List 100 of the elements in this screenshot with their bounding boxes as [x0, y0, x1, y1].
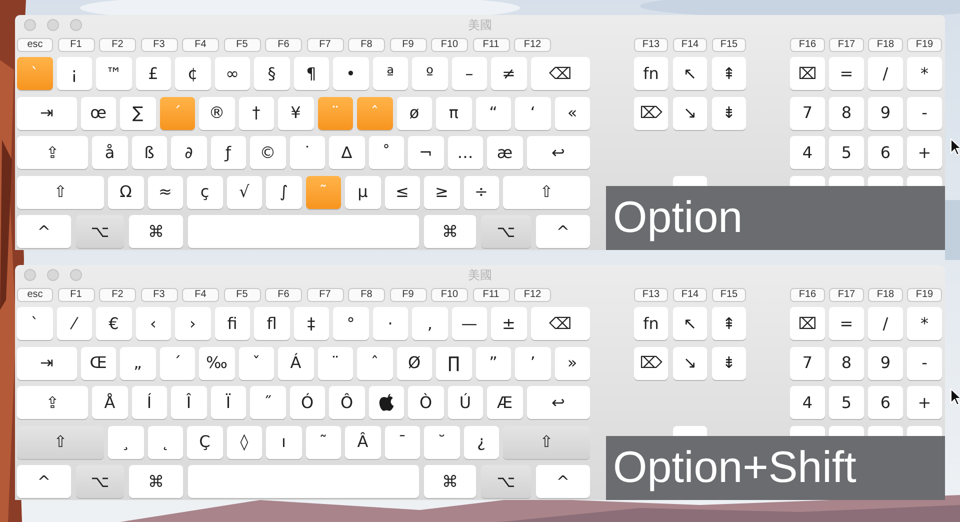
keyboard-key[interactable]: ˇ	[238, 346, 274, 380]
function-key[interactable]: F9	[390, 38, 426, 52]
keyboard-key[interactable]: ↘	[673, 346, 707, 380]
keyboard-key[interactable]: ∑	[120, 96, 156, 130]
function-key[interactable]: F11	[472, 288, 510, 302]
keyboard-key[interactable]: “	[476, 96, 511, 130]
keyboard-key[interactable]: ⌦	[634, 346, 668, 380]
keyboard-key[interactable]: 6	[868, 136, 903, 169]
function-key[interactable]: F2	[99, 38, 136, 52]
function-key[interactable]: F14	[673, 288, 707, 302]
function-key[interactable]: F17	[829, 38, 864, 52]
keyboard-key[interactable]: œ	[80, 96, 116, 130]
keyboard-key[interactable]: ⌘	[424, 465, 476, 498]
keyboard-key[interactable]: ¿	[464, 426, 499, 458]
keyboard-key[interactable]: 9	[868, 96, 903, 130]
keyboard-key[interactable]: ∆	[329, 136, 364, 169]
keyboard-key[interactable]: ↩	[526, 136, 590, 169]
keyboard-key[interactable]: 4	[790, 136, 825, 169]
keyboard-key[interactable]: +	[907, 136, 942, 169]
keyboard-key[interactable]: §	[254, 57, 290, 90]
keyboard-key[interactable]: ⇟	[712, 96, 746, 130]
window-control-icon[interactable]	[47, 19, 59, 31]
keyboard-key[interactable]: 5	[829, 136, 864, 169]
keyboard-key[interactable]: ⇟	[712, 346, 746, 380]
function-key[interactable]: F12	[514, 38, 551, 52]
keyboard-key[interactable]	[368, 386, 404, 419]
keyboard-key[interactable]: 7	[790, 346, 825, 380]
function-key[interactable]: F17	[829, 288, 864, 302]
keyboard-key[interactable]: ¥	[278, 96, 314, 130]
keyboard-key[interactable]: Í	[132, 386, 167, 419]
keyboard-key[interactable]: 7	[790, 96, 825, 130]
keyboard-key[interactable]: ↩	[526, 386, 590, 419]
function-key[interactable]: F6	[265, 288, 302, 302]
keyboard-key[interactable]: ⌫	[530, 307, 590, 340]
keyboard-key[interactable]: Ú	[448, 386, 483, 419]
keyboard-key[interactable]: ˛	[148, 426, 183, 458]
keyboard-key[interactable]: ∏	[436, 346, 472, 380]
function-key[interactable]: F8	[348, 38, 385, 52]
keyboard-key[interactable]: ƒ	[210, 136, 246, 169]
keyboard-key[interactable]: ‚	[412, 307, 448, 340]
keyboard-key[interactable]: `	[17, 307, 52, 340]
function-key[interactable]: F12	[514, 288, 551, 302]
function-key[interactable]: F4	[182, 38, 219, 52]
function-key[interactable]: F10	[431, 288, 468, 302]
function-key[interactable]: F19	[907, 288, 942, 302]
function-key[interactable]: F9	[390, 288, 426, 302]
keyboard-key[interactable]: =	[829, 57, 864, 90]
keyboard-key[interactable]: ¯	[384, 426, 420, 458]
function-key[interactable]: F16	[790, 288, 825, 302]
keyboard-key[interactable]: Â	[345, 426, 380, 458]
keyboard-key[interactable]: ⇧	[503, 426, 590, 458]
function-key[interactable]: F1	[58, 38, 94, 52]
keyboard-key[interactable]: ⌫	[530, 57, 590, 90]
keyboard-key[interactable]: ´	[160, 346, 195, 380]
keyboard-key[interactable]: ⇪	[17, 386, 88, 419]
keyboard-key[interactable]: *	[907, 57, 942, 90]
keyboard-key[interactable]: Ω	[108, 176, 144, 208]
keyboard-key[interactable]: ˝	[250, 386, 286, 419]
keyboard-key[interactable]: ®	[199, 96, 234, 130]
function-key[interactable]: F18	[868, 288, 903, 302]
keyboard-key[interactable]: ^	[536, 215, 590, 248]
keyboard-key[interactable]: ∫	[266, 176, 302, 208]
keyboard-key[interactable]: fn	[634, 307, 668, 340]
keyboard-key[interactable]: Î	[171, 386, 206, 419]
keyboard-key[interactable]: —	[452, 307, 487, 340]
keyboard-key[interactable]: ⇧	[17, 426, 104, 458]
keyboard-key[interactable]: Ç	[187, 426, 222, 458]
keyboard-key[interactable]: º	[412, 57, 448, 90]
keyboard-key[interactable]: å	[92, 136, 128, 169]
keyboard-key[interactable]: π	[436, 96, 472, 130]
keyboard-key[interactable]: ⌘	[129, 465, 183, 498]
keyboard-key[interactable]: €	[96, 307, 132, 340]
keyboard-key[interactable]: Œ	[80, 346, 116, 380]
keyboard-key[interactable]: ÷	[464, 176, 499, 208]
keyboard-key[interactable]: ¢	[175, 57, 210, 90]
keyboard-key[interactable]: ⌥	[76, 465, 124, 498]
keyboard-key[interactable]: ≠	[491, 57, 526, 90]
keyboard-key[interactable]: ‹	[136, 307, 171, 340]
keyboard-key[interactable]: ›	[175, 307, 210, 340]
keyboard-key[interactable]: ª	[372, 57, 408, 90]
keyboard-key[interactable]: -	[907, 346, 942, 380]
keyboard-key[interactable]: ⌥	[481, 215, 531, 248]
keyboard-key[interactable]: ø	[396, 96, 432, 130]
function-key[interactable]: esc	[17, 288, 53, 302]
keyboard-key[interactable]: ^	[17, 215, 71, 248]
function-key[interactable]: F19	[907, 38, 942, 52]
keyboard-key[interactable]: Ø	[396, 346, 432, 380]
window-control-icon[interactable]	[47, 269, 59, 281]
keyboard-key[interactable]: -	[907, 96, 942, 130]
keyboard-key[interactable]: „	[120, 346, 156, 380]
function-key[interactable]: F15	[712, 38, 746, 52]
keyboard-key[interactable]: ·	[372, 307, 408, 340]
keyboard-key[interactable]: ™	[96, 57, 132, 90]
keyboard-key[interactable]: ≥	[424, 176, 460, 208]
keyboard-key[interactable]: »	[554, 346, 590, 380]
function-key[interactable]: F16	[790, 38, 825, 52]
function-key[interactable]: F3	[140, 38, 178, 52]
keyboard-key[interactable]: ç	[187, 176, 222, 208]
keyboard-key[interactable]: ˚	[368, 136, 404, 169]
function-key[interactable]: F11	[472, 38, 510, 52]
